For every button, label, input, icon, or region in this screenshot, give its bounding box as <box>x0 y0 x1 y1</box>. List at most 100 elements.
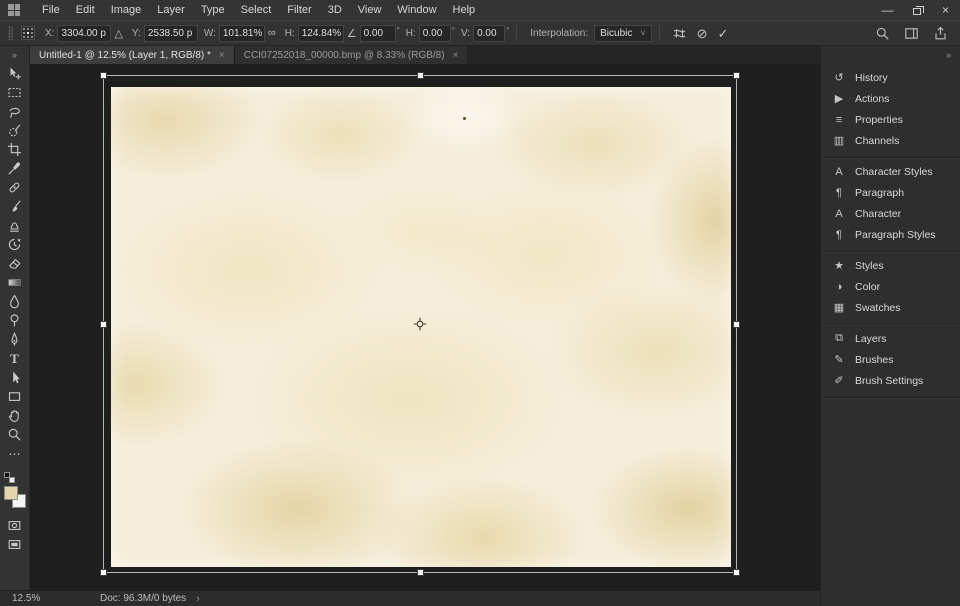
panel-item-paragraph-styles[interactable]: ¶ Paragraph Styles <box>821 224 960 245</box>
history-brush-tool[interactable] <box>2 235 28 254</box>
panel-item-history[interactable]: ↺ History <box>821 67 960 88</box>
menu-help[interactable]: Help <box>445 0 484 20</box>
x-input[interactable]: 3304.00 p <box>57 24 112 42</box>
menu-type[interactable]: Type <box>193 0 233 20</box>
width-input[interactable]: 101.81% <box>218 24 265 42</box>
zoom-level-field[interactable]: 12.5% <box>12 593 90 604</box>
eraser-icon <box>9 258 21 269</box>
panel-item-properties[interactable]: ≡ Properties <box>821 109 960 130</box>
marquee-icon <box>8 87 21 98</box>
rotation-angle-icon: ∠ <box>346 27 357 40</box>
more-tools-icon: ⋯ <box>8 446 21 461</box>
share-icon[interactable] <box>933 26 948 41</box>
panel-collapse-chevron[interactable]: » <box>946 50 951 60</box>
panel-item-swatches[interactable]: ▦ Swatches <box>821 297 960 318</box>
close-icon[interactable]: × <box>453 50 459 61</box>
panel-item-character-styles[interactable]: A Character Styles <box>821 161 960 182</box>
transform-reference-point[interactable] <box>413 317 427 331</box>
panel-item-layers[interactable]: ⧉ Layers <box>821 328 960 349</box>
restore-button[interactable] <box>902 0 931 20</box>
zoom-tool[interactable] <box>2 425 28 444</box>
menu-window[interactable]: Window <box>389 0 444 20</box>
link-dimensions-icon[interactable]: ∞ <box>268 27 276 39</box>
warp-mode-toggle[interactable] <box>672 26 687 41</box>
eraser-tool[interactable] <box>2 254 28 273</box>
workspace-icon[interactable] <box>904 26 919 41</box>
foreground-color-swatch[interactable] <box>3 486 18 500</box>
panel-item-brushes[interactable]: ✎ Brushes <box>821 349 960 370</box>
rectangle-tool[interactable] <box>2 387 28 406</box>
panel-item-styles[interactable]: ★ Styles <box>821 255 960 276</box>
document-tab-bmp[interactable]: CCI07252018_00000.bmp @ 8.33% (RGB/8) × <box>234 46 469 64</box>
document-tab-untitled[interactable]: Untitled-1 @ 12.5% (Layer 1, RGB/8) * × <box>30 46 235 64</box>
reference-point-widget[interactable] <box>21 26 35 40</box>
dodge-tool[interactable] <box>2 311 28 330</box>
quick-selection-icon <box>9 124 21 137</box>
quick-mask-button[interactable] <box>2 516 28 535</box>
h-skew-input[interactable]: 0.00 <box>418 24 451 42</box>
rotation-input[interactable]: 0.00 <box>359 24 396 42</box>
panel-item-brush-settings[interactable]: ✐ Brush Settings <box>821 370 960 391</box>
hand-tool[interactable] <box>2 406 28 425</box>
magnifier-icon <box>8 428 21 441</box>
eyedropper-tool[interactable] <box>2 159 28 178</box>
minimize-button[interactable]: — <box>873 0 902 20</box>
blur-tool[interactable] <box>2 292 28 311</box>
transform-handle-top-center[interactable] <box>416 72 424 79</box>
y-input[interactable]: 2538.50 p <box>143 24 198 42</box>
panel-item-color[interactable]: ◑ Color <box>821 276 960 297</box>
lasso-tool[interactable] <box>2 102 28 121</box>
menu-image[interactable]: Image <box>103 0 150 20</box>
menu-layer[interactable]: Layer <box>149 0 193 20</box>
height-input[interactable]: 124.84% <box>297 24 344 42</box>
menu-select[interactable]: Select <box>233 0 280 20</box>
pen-tool[interactable] <box>2 330 28 349</box>
move-tool[interactable] <box>2 64 28 83</box>
app-icon[interactable] <box>8 4 20 16</box>
quick-selection-tool[interactable] <box>2 121 28 140</box>
panel-item-character[interactable]: A Character <box>821 203 960 224</box>
toolbar-collapse-chevron[interactable]: » <box>0 46 29 64</box>
v-skew-input[interactable]: 0.00 <box>473 24 506 42</box>
relative-positioning-icon[interactable]: △ <box>114 27 122 40</box>
transform-handle-bottom-center[interactable] <box>416 569 424 576</box>
options-bar: X: 3304.00 p △ Y: 2538.50 p W: 101.81% ∞… <box>0 20 960 46</box>
transform-handle-top-right[interactable] <box>733 72 740 79</box>
transform-handle-top-left[interactable] <box>100 72 107 79</box>
interpolation-value: Bicubic <box>600 27 633 39</box>
close-button[interactable]: × <box>931 0 960 20</box>
search-icon[interactable] <box>875 26 890 41</box>
panel-item-actions[interactable]: ▶ Actions <box>821 88 960 109</box>
edit-toolbar-button[interactable]: ⋯ <box>2 444 28 463</box>
transform-handle-bottom-left[interactable] <box>100 569 107 576</box>
menu-3d[interactable]: 3D <box>320 0 350 20</box>
menu-filter[interactable]: Filter <box>279 0 319 20</box>
transform-handle-middle-right[interactable] <box>733 320 740 328</box>
transform-handle-middle-left[interactable] <box>100 320 107 328</box>
crop-tool[interactable] <box>2 140 28 159</box>
clone-stamp-tool[interactable] <box>2 216 28 235</box>
transform-handle-bottom-right[interactable] <box>733 569 740 576</box>
default-colors-button[interactable] <box>4 472 15 483</box>
type-tool[interactable]: T <box>2 349 28 368</box>
path-selection-tool[interactable] <box>2 368 28 387</box>
gradient-tool[interactable] <box>2 273 28 292</box>
commit-transform-button[interactable]: ✓ <box>718 27 729 40</box>
marquee-tool[interactable] <box>2 83 28 102</box>
transform-bounding-box[interactable] <box>100 72 740 576</box>
menu-edit[interactable]: Edit <box>68 0 103 20</box>
move-icon <box>10 67 21 80</box>
menu-file[interactable]: File <box>34 0 68 20</box>
status-menu-chevron[interactable]: › <box>196 593 200 605</box>
interpolation-dropdown[interactable]: Bicubic ˅ <box>594 24 652 42</box>
spot-healing-tool[interactable] <box>2 178 28 197</box>
cancel-transform-button[interactable]: ⊘ <box>697 27 708 40</box>
panel-item-channels[interactable]: ▥ Channels <box>821 130 960 151</box>
brush-tool[interactable] <box>2 197 28 216</box>
menu-view[interactable]: View <box>350 0 390 20</box>
options-bar-grip[interactable] <box>8 26 13 40</box>
status-bar: 12.5% Doc: 96.3M/0 bytes › <box>0 590 820 606</box>
screen-mode-button[interactable] <box>2 535 28 554</box>
close-icon[interactable]: × <box>219 50 225 61</box>
panel-item-paragraph[interactable]: ¶ Paragraph <box>821 182 960 203</box>
